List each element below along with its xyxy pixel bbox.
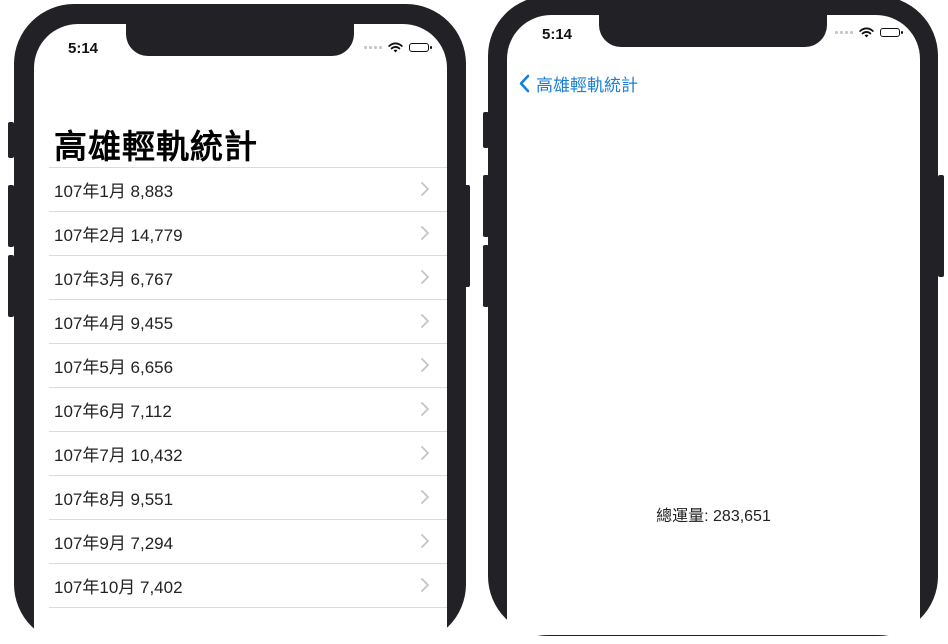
chevron-right-icon <box>421 314 429 328</box>
chevron-right-icon <box>421 270 429 284</box>
table-row[interactable]: 107年10月 7,402 <box>49 563 447 607</box>
page-title: 高雄輕軌統計 <box>54 128 258 165</box>
row-label: 107年5月 6,656 <box>54 358 174 377</box>
wifi-icon <box>859 27 874 38</box>
chevron-right-icon <box>421 534 429 548</box>
status-icons <box>835 27 903 38</box>
total-ridership-label: 總運量: 283,651 <box>656 508 771 525</box>
volume-up-button <box>483 175 489 237</box>
chevron-right-icon <box>421 226 429 240</box>
back-button-label: 高雄輕軌統計 <box>536 76 638 95</box>
detail-screen: 5:14 高雄輕軌統計 總運量: 283,651 <box>507 15 920 635</box>
wifi-icon <box>388 42 403 53</box>
row-label: 107年4月 9,455 <box>54 314 174 333</box>
right-phone-frame: 5:14 高雄輕軌統計 總運量: 283,651 <box>488 0 938 636</box>
table-row[interactable] <box>49 607 447 644</box>
table-row[interactable]: 107年4月 9,455 <box>49 299 447 343</box>
table-row[interactable]: 107年5月 6,656 <box>49 343 447 387</box>
power-button <box>464 185 470 287</box>
chevron-right-icon <box>421 402 429 416</box>
list-screen: 5:14 高雄輕軌統計 107年1月 8,883 107年2月 14,779 1… <box>34 24 447 644</box>
status-icons <box>364 42 432 53</box>
cellular-signal-icon <box>364 46 382 49</box>
row-label: 107年3月 6,767 <box>54 270 174 289</box>
table-row[interactable]: 107年1月 8,883 <box>49 167 447 211</box>
notch <box>599 15 827 47</box>
chevron-right-icon <box>421 358 429 372</box>
chevron-left-icon <box>519 74 530 93</box>
table-row[interactable]: 107年7月 10,432 <box>49 431 447 475</box>
chevron-right-icon <box>421 490 429 504</box>
row-label: 107年8月 9,551 <box>54 490 174 509</box>
table-row[interactable]: 107年8月 9,551 <box>49 475 447 519</box>
table-row[interactable]: 107年2月 14,779 <box>49 211 447 255</box>
chevron-right-icon <box>421 446 429 460</box>
chevron-right-icon <box>421 182 429 196</box>
row-label: 107年9月 7,294 <box>54 534 174 553</box>
chevron-right-icon <box>421 578 429 592</box>
row-label: 107年2月 14,779 <box>54 226 183 245</box>
table-row[interactable]: 107年6月 7,112 <box>49 387 447 431</box>
left-phone-frame: 5:14 高雄輕軌統計 107年1月 8,883 107年2月 14,779 1… <box>14 4 466 644</box>
mute-switch <box>483 112 489 148</box>
notch <box>126 24 354 56</box>
cellular-signal-icon <box>835 31 853 34</box>
volume-down-button <box>8 255 14 317</box>
power-button <box>938 175 944 277</box>
status-time: 5:14 <box>68 40 99 57</box>
table-row[interactable]: 107年3月 6,767 <box>49 255 447 299</box>
row-label: 107年10月 7,402 <box>54 578 183 597</box>
row-label: 107年7月 10,432 <box>54 446 183 465</box>
volume-up-button <box>8 185 14 247</box>
mute-switch <box>8 122 14 158</box>
table-row[interactable]: 107年9月 7,294 <box>49 519 447 563</box>
row-label: 107年1月 8,883 <box>54 182 174 201</box>
battery-icon <box>880 28 903 37</box>
row-label: 107年6月 7,112 <box>54 402 172 421</box>
status-time: 5:14 <box>542 26 573 43</box>
back-button[interactable]: 高雄輕軌統計 <box>519 71 638 96</box>
stats-list: 107年1月 8,883 107年2月 14,779 107年3月 6,767 … <box>49 167 447 644</box>
battery-icon <box>409 43 432 52</box>
volume-down-button <box>483 245 489 307</box>
